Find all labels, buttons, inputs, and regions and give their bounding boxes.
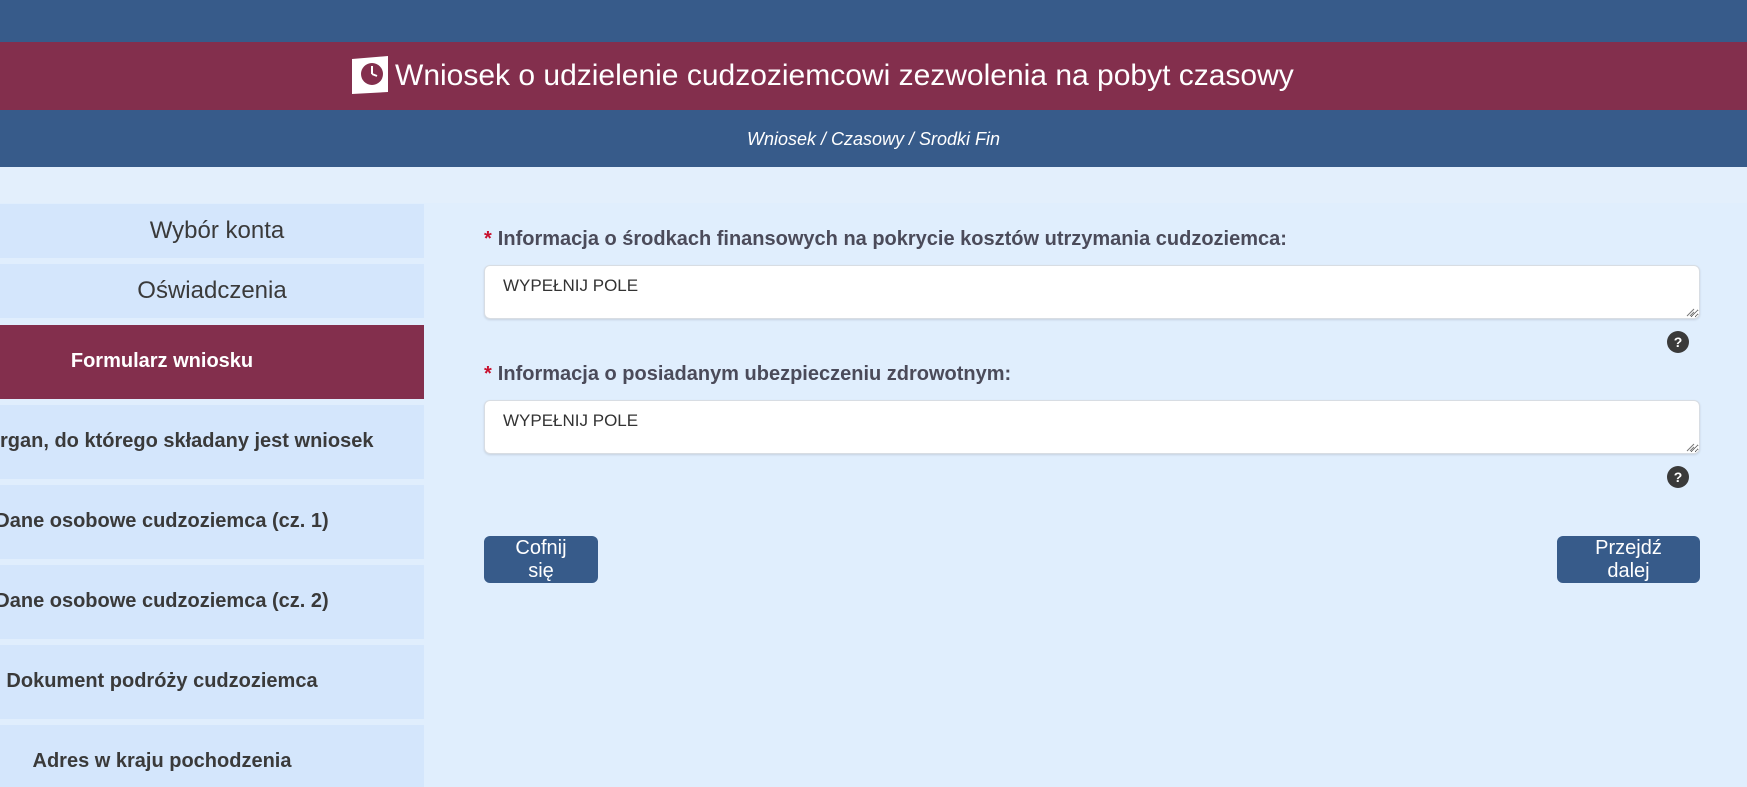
top-strip <box>0 0 1747 42</box>
back-button[interactable]: Cofnij się <box>484 536 598 583</box>
resize-grip-icon[interactable] <box>1685 307 1695 317</box>
sidebar-item-label: rgan, do którego składany jest wniosek <box>0 430 374 452</box>
sidebar-item-label: Dokument podróży cudzoziemca <box>6 670 318 692</box>
clock-document-icon <box>352 56 388 94</box>
sidebar: Wybór konta Oświadczenia Formularz wnios… <box>0 204 424 787</box>
sidebar-item-dokument-podrozy[interactable]: Dokument podróży cudzoziemca <box>0 645 424 719</box>
health-insurance-field[interactable]: WYPEŁNIJ POLE <box>484 400 1700 454</box>
health-insurance-label-text: Informacja o posiadanym ubezpieczeniu zd… <box>497 363 1012 385</box>
form-area: * Informacja o środkach finansowych na po… <box>484 204 1700 604</box>
financial-means-label-text: Informacja o środkach finansowych na pok… <box>497 228 1287 250</box>
health-insurance-label: * Informacja o posiadanym ubezpieczeniu z… <box>484 363 1011 386</box>
sidebar-item-label: Dane osobowe cudzoziemca (cz. 2) <box>0 590 329 612</box>
required-marker: * <box>484 363 492 385</box>
health-insurance-help-icon[interactable]: ? <box>1667 466 1689 488</box>
sidebar-item-organ[interactable]: rgan, do którego składany jest wniosek <box>0 405 424 479</box>
sidebar-item-adres[interactable]: Adres w kraju pochodzenia <box>0 725 424 787</box>
required-marker: * <box>484 228 492 250</box>
breadcrumb: Wniosek / Czasowy / Srodki Fin <box>746 129 1001 149</box>
page-header: Wniosek o udzielenie cudzoziemcowi zezwo… <box>0 42 1747 110</box>
breadcrumb-bar: Wniosek / Czasowy / Srodki Fin <box>0 110 1747 167</box>
page-title: Wniosek o udzielenie cudzoziemcowi zezwo… <box>395 59 1294 92</box>
sidebar-item-formularz-wniosku[interactable]: Formularz wniosku <box>0 325 424 399</box>
sidebar-item-label: Adres w kraju pochodzenia <box>32 750 292 772</box>
financial-means-field[interactable]: WYPEŁNIJ POLE <box>484 265 1700 319</box>
sidebar-item-label: Oświadczenia <box>137 277 287 304</box>
sidebar-item-label: Wybór konta <box>149 217 285 244</box>
content-top-band <box>0 167 1747 203</box>
sidebar-item-wybor-konta[interactable]: Wybór konta <box>0 204 424 258</box>
sidebar-item-dane-osobowe-2[interactable]: Dane osobowe cudzoziemca (cz. 2) <box>0 565 424 639</box>
resize-grip-icon[interactable] <box>1685 442 1695 452</box>
sidebar-item-label: Dane osobowe cudzoziemca (cz. 1) <box>0 510 329 532</box>
financial-means-help-icon[interactable]: ? <box>1667 331 1689 353</box>
sidebar-item-dane-osobowe-1[interactable]: Dane osobowe cudzoziemca (cz. 1) <box>0 485 424 559</box>
sidebar-item-label: Formularz wniosku <box>70 350 254 372</box>
next-button[interactable]: Przejdź dalej <box>1557 536 1700 583</box>
sidebar-item-oswiadczenia[interactable]: Oświadczenia <box>0 264 424 318</box>
financial-means-label: * Informacja o środkach finansowych na po… <box>484 228 1287 251</box>
